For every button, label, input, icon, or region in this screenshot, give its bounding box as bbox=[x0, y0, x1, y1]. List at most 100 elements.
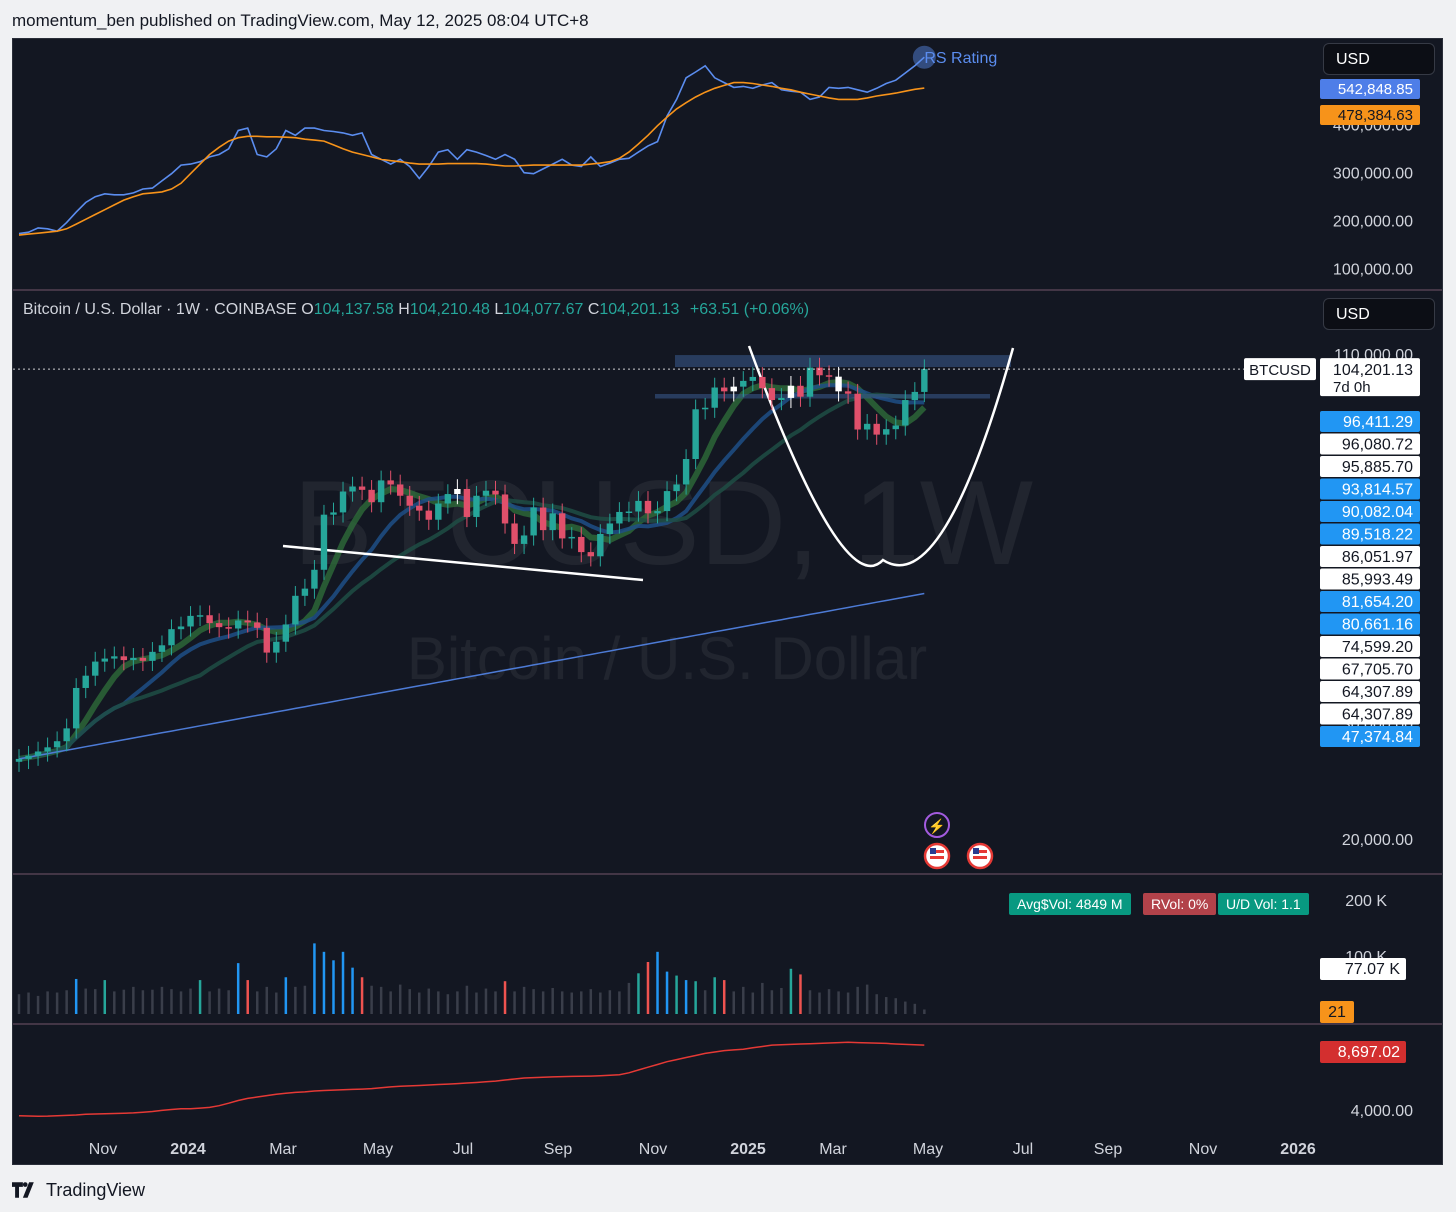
volume-value-badge: 77.07 K bbox=[1345, 961, 1400, 978]
avg-vol-badge: Avg$Vol: 4849 M bbox=[1009, 893, 1131, 915]
candle-body bbox=[101, 658, 108, 662]
candle-body bbox=[15, 758, 23, 762]
candle-body bbox=[701, 407, 709, 410]
candle-body bbox=[215, 623, 223, 628]
candle-body bbox=[397, 484, 404, 496]
candle-body bbox=[520, 535, 528, 544]
candle-body bbox=[234, 620, 242, 629]
price-label-value: 95,885.70 bbox=[1342, 459, 1413, 476]
candle-body bbox=[158, 645, 166, 652]
time-axis-tick: 2025 bbox=[730, 1141, 766, 1158]
price-label-value: 67,705.70 bbox=[1342, 662, 1413, 679]
bar-countdown: 7d 0h bbox=[1333, 379, 1371, 396]
rs-price-badge-text: 542,848.85 bbox=[1338, 81, 1413, 98]
legend-low-label: L bbox=[494, 301, 504, 318]
time-axis-tick: Sep bbox=[1094, 1141, 1123, 1158]
time-axis-tick: Sep bbox=[544, 1141, 573, 1158]
us-flag-stripe bbox=[973, 856, 987, 859]
candle-body bbox=[263, 627, 270, 653]
candle-body bbox=[473, 495, 480, 517]
candle-body bbox=[25, 755, 32, 759]
time-axis-tick: May bbox=[363, 1141, 393, 1158]
candle-body bbox=[749, 376, 757, 381]
us-flag-canton bbox=[930, 848, 936, 854]
symbol-tag: BTCUSD bbox=[1249, 362, 1311, 379]
ad-line bbox=[18, 1041, 925, 1117]
candle-body bbox=[358, 486, 366, 490]
us-flag-canton bbox=[973, 848, 979, 854]
rvol-badge: RVol: 0% bbox=[1143, 893, 1217, 915]
candle-body bbox=[311, 569, 318, 589]
time-axis: Nov 2024 Mar May Jul Sep Nov 2025 Mar May Jul Sep No… bbox=[89, 1141, 1316, 1158]
candle-body bbox=[530, 507, 537, 536]
candle-body bbox=[673, 484, 680, 492]
candle-body bbox=[606, 523, 614, 534]
candle-body bbox=[587, 552, 594, 557]
candle-body bbox=[654, 511, 661, 514]
candle-body bbox=[149, 651, 156, 661]
legend-open: 104,137.58 bbox=[313, 301, 394, 318]
candle-body bbox=[92, 661, 99, 676]
candle-body bbox=[111, 656, 118, 659]
time-axis-tick: Jul bbox=[453, 1141, 473, 1158]
price-label-value: 89,518.22 bbox=[1342, 527, 1413, 544]
candle-body bbox=[254, 622, 261, 628]
chart-canvas[interactable]: 400,000.00300,000.00200,000.00100,000.00… bbox=[13, 39, 1443, 1165]
tradingview-footer[interactable]: TradingView bbox=[12, 1176, 145, 1204]
candle-body bbox=[492, 490, 499, 495]
legend-high: 104,210.48 bbox=[409, 301, 490, 318]
candle-body bbox=[225, 627, 232, 629]
ad-value-badge: 8,697.02 bbox=[1338, 1044, 1400, 1061]
legend-close: 104,201.13 bbox=[599, 301, 680, 318]
us-flag-stripe bbox=[930, 856, 944, 859]
candle-body bbox=[196, 615, 204, 617]
legend-change: +63.51 (+0.06%) bbox=[689, 301, 810, 318]
candle-body bbox=[130, 657, 137, 661]
candle-body bbox=[787, 385, 795, 398]
candle-body bbox=[863, 423, 871, 430]
candle-body bbox=[320, 514, 328, 570]
candle-body bbox=[482, 490, 490, 496]
candle-body bbox=[282, 624, 290, 642]
candle-body bbox=[444, 494, 452, 504]
price-label-value: 96,080.72 bbox=[1342, 437, 1413, 454]
candle-body bbox=[883, 429, 890, 435]
candle-body bbox=[273, 641, 280, 653]
price-panel: BTCUSD, 1WBitcoin / U.S. Dollar110,000.0… bbox=[13, 345, 1420, 870]
rs-rating-label: RS Rating bbox=[924, 50, 997, 67]
price-label-value: 85,993.49 bbox=[1342, 572, 1413, 589]
currency-button-main[interactable]: USD bbox=[1323, 298, 1435, 330]
candle-body bbox=[616, 511, 623, 524]
chart-frame[interactable]: 400,000.00 300,000.00 200,000.00 100,000.00… bbox=[12, 38, 1443, 1165]
rs-panel: 400,000.00300,000.00200,000.00100,000.00… bbox=[18, 45, 1420, 279]
price-label-value: 86,051.97 bbox=[1342, 549, 1413, 566]
legend-low: 104,077.67 bbox=[503, 301, 584, 318]
lightning-glyph: ⚡ bbox=[928, 818, 945, 835]
rs-ma-line bbox=[18, 81, 925, 236]
time-axis-tick: 2024 bbox=[170, 1141, 206, 1158]
candle-body bbox=[377, 480, 385, 503]
candle-body bbox=[835, 376, 842, 392]
rs-axis-tick: 200,000.00 bbox=[1333, 214, 1413, 231]
volume-ma-badge: 21 bbox=[1328, 1004, 1346, 1021]
candle-body bbox=[597, 533, 604, 557]
candle-body bbox=[454, 489, 461, 495]
candle-body bbox=[206, 615, 213, 624]
candle-body bbox=[82, 675, 89, 688]
legend-high-label: H bbox=[398, 301, 410, 318]
tradingview-logo-icon bbox=[12, 1182, 34, 1198]
time-axis-tick: Mar bbox=[269, 1141, 297, 1158]
candle-body bbox=[711, 387, 718, 408]
candle-body bbox=[539, 507, 547, 531]
price-legend: Bitcoin / U.S. Dollar · 1W · COINBASE O1… bbox=[23, 301, 809, 319]
price-label-value: 81,654.20 bbox=[1342, 594, 1413, 611]
ad-axis-tick: 4,000.00 bbox=[1351, 1103, 1413, 1120]
candle-body bbox=[625, 511, 633, 514]
rs-axis-tick: 300,000.00 bbox=[1333, 166, 1413, 183]
published-header: momentum_ben published on TradingView.co… bbox=[12, 11, 589, 30]
price-label-value: 96,411.29 bbox=[1343, 414, 1413, 431]
time-axis-tick: May bbox=[913, 1141, 943, 1158]
currency-button-top[interactable]: USD bbox=[1323, 43, 1435, 75]
candle-body bbox=[568, 536, 575, 539]
price-label-value: 47,374.84 bbox=[1342, 729, 1413, 746]
